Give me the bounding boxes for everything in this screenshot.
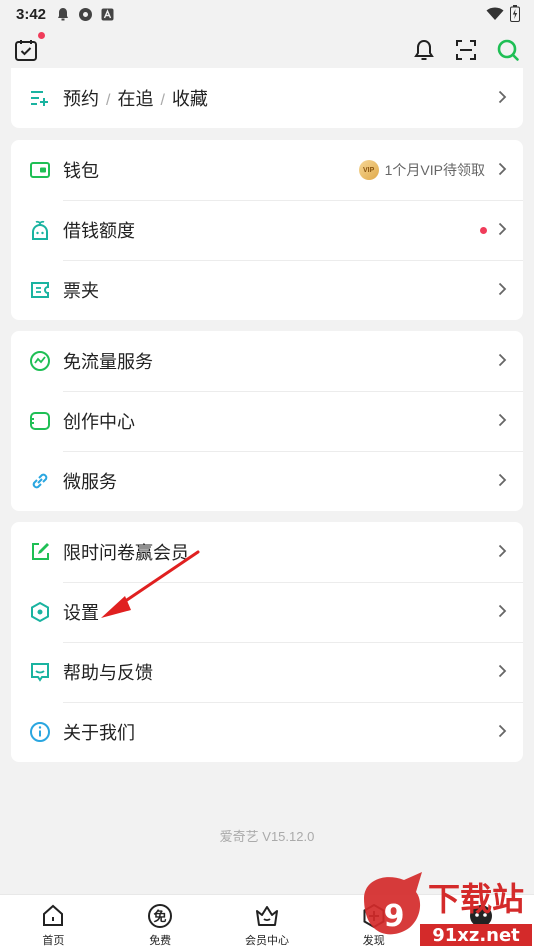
watermark-title: 下载站 xyxy=(428,880,524,918)
micro-service-row[interactable]: 微服务 xyxy=(11,451,523,511)
help-row[interactable]: 帮助与反馈 xyxy=(11,642,523,702)
vip-badge-icon: VIP xyxy=(358,160,379,180)
scan-icon[interactable] xyxy=(454,38,478,62)
app-a-icon xyxy=(101,8,114,20)
settings-hexagon-icon xyxy=(29,601,51,623)
svg-text:9: 9 xyxy=(384,899,405,934)
link-icon xyxy=(29,470,51,492)
tab-home[interactable]: 首页 xyxy=(0,895,107,951)
survey-row[interactable]: 限时问卷赢会员 xyxy=(11,522,523,582)
app-version: 爱奇艺 V15.12.0 xyxy=(219,829,315,844)
chevron-right-icon xyxy=(498,353,507,367)
chevron-right-icon xyxy=(498,724,507,738)
bell-icon[interactable] xyxy=(412,38,436,62)
search-icon[interactable] xyxy=(496,38,520,62)
settings-label: 设置 xyxy=(63,603,99,623)
separator: / xyxy=(106,92,111,109)
loan-row[interactable]: 借钱额度 xyxy=(11,200,523,260)
wallet-row[interactable]: 钱包 VIP 1个月VIP待领取 xyxy=(11,140,523,200)
chevron-right-icon xyxy=(498,604,507,618)
tab-vip-center-label: 会员中心 xyxy=(244,935,289,947)
tab-vip-center[interactable]: 会员中心 xyxy=(214,895,321,951)
separator: / xyxy=(160,92,165,109)
free-data-icon xyxy=(29,350,51,372)
micro-service-label: 微服务 xyxy=(63,472,117,492)
check-in-calendar-icon[interactable] xyxy=(14,38,38,67)
vip-promo-text: 1个月VIP待领取 xyxy=(384,162,485,178)
top-actions xyxy=(412,38,520,62)
following-link[interactable]: 在追 xyxy=(117,89,153,109)
chevron-right-icon xyxy=(498,544,507,558)
check-in-badge xyxy=(38,32,45,39)
free-data-label: 免流量服务 xyxy=(63,352,153,372)
tab-home-label: 首页 xyxy=(42,935,65,947)
feedback-icon xyxy=(29,661,51,683)
creator-label: 创作中心 xyxy=(63,412,135,432)
crown-icon xyxy=(255,906,278,926)
free-icon: 免 xyxy=(148,904,173,928)
app-status-icon xyxy=(79,7,93,21)
chevron-right-icon xyxy=(498,162,507,176)
wallet-icon xyxy=(29,159,51,181)
wifi-icon xyxy=(486,7,504,20)
loan-badge xyxy=(480,227,487,234)
chevron-right-icon xyxy=(498,222,507,236)
status-icons xyxy=(56,7,114,22)
chevron-right-icon xyxy=(498,664,507,678)
tab-free-label: 免费 xyxy=(149,935,172,947)
chevron-right-icon xyxy=(498,90,507,104)
chevron-right-icon xyxy=(498,282,507,296)
watermark-url: 91xz.net xyxy=(432,925,520,946)
favorites-link[interactable]: 收藏 xyxy=(172,89,208,109)
notification-bell-icon xyxy=(58,8,69,21)
reservation-link[interactable]: 预约 xyxy=(63,89,99,109)
settings-card: 限时问卷赢会员 设置 帮助与反馈 关于我们 xyxy=(11,522,523,762)
settings-row[interactable]: 设置 xyxy=(11,582,523,642)
finance-card: 钱包 VIP 1个月VIP待领取 借钱额度 票夹 xyxy=(11,140,523,320)
ticket-icon xyxy=(29,279,51,301)
loan-label: 借钱额度 xyxy=(63,221,135,241)
about-row[interactable]: 关于我们 xyxy=(11,702,523,762)
about-label: 关于我们 xyxy=(63,723,135,743)
tickets-label: 票夹 xyxy=(63,281,99,301)
free-data-row[interactable]: 免流量服务 xyxy=(11,331,523,391)
annotation-arrow-icon xyxy=(101,550,200,618)
tickets-row[interactable]: 票夹 xyxy=(11,260,523,320)
collection-row[interactable]: 预约 / 在追 / 收藏 xyxy=(11,68,523,128)
list-add-icon xyxy=(29,87,51,109)
edit-icon xyxy=(29,541,51,563)
tab-free[interactable]: 免 免费 xyxy=(107,895,214,951)
status-right xyxy=(486,5,520,22)
collection-card: 预约 / 在追 / 收藏 xyxy=(11,68,523,128)
svg-text:免: 免 xyxy=(154,909,167,925)
creator-icon xyxy=(29,410,51,432)
services-card: 免流量服务 创作中心 微服务 xyxy=(11,331,523,511)
wallet-label: 钱包 xyxy=(63,161,99,181)
status-bar: 3:42 xyxy=(0,0,534,28)
info-icon xyxy=(29,721,51,743)
status-time: 3:42 xyxy=(16,5,47,23)
chevron-right-icon xyxy=(498,473,507,487)
battery-icon xyxy=(510,5,520,22)
home-icon xyxy=(43,904,64,926)
vip-promo[interactable]: VIP 1个月VIP待领取 xyxy=(358,160,485,180)
help-label: 帮助与反馈 xyxy=(63,663,153,683)
chevron-right-icon xyxy=(498,413,507,427)
watermark-logo: 9 下载站 91xz.net xyxy=(364,872,532,946)
creator-row[interactable]: 创作中心 xyxy=(11,391,523,451)
sprout-icon xyxy=(29,219,51,241)
